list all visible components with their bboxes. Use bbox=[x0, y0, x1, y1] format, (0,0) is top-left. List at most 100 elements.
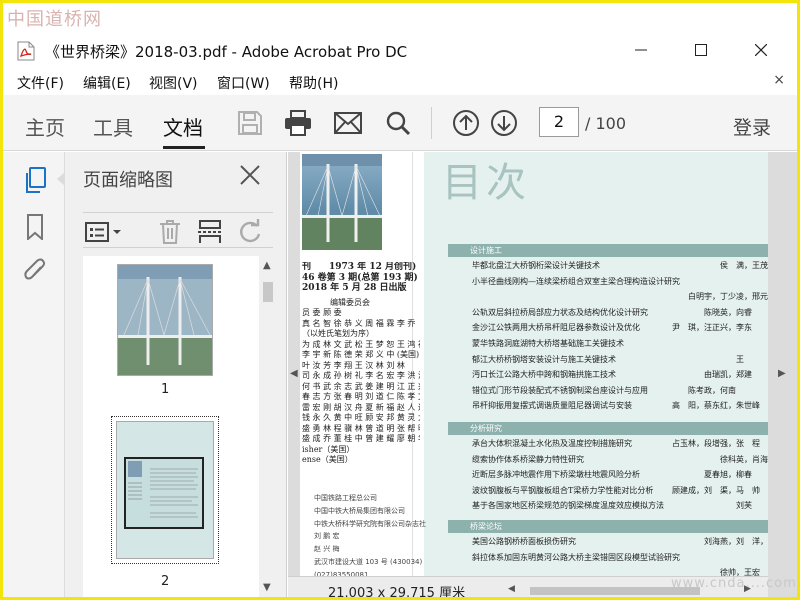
menu-view[interactable]: 视图(V) bbox=[149, 73, 198, 93]
publisher-line: 中国中铁大桥局集团有限公司 bbox=[314, 506, 405, 515]
toc-entry-authors: 陈考政，何南 bbox=[672, 385, 736, 395]
toc-entry[interactable]: 缆索协作体系桥梁静力特性研究 徐科英，肖海 bbox=[472, 452, 768, 468]
toc-entry-authors: 由瑞凯，郑建 bbox=[672, 370, 752, 380]
publisher-line: 刘 鹏 宏 bbox=[314, 532, 340, 541]
viewport-indicator[interactable] bbox=[124, 457, 204, 529]
mail-icon[interactable] bbox=[333, 109, 363, 137]
toc-entry-title: 毕都北盘江大桥钢桁梁设计关键技术 bbox=[472, 261, 600, 270]
toc-entry[interactable]: 错位式门形节段装配式不锈钢制梁台座设计与应用 陈考政，何南 bbox=[472, 383, 768, 399]
thumbnail-scrollbar[interactable]: ▲ ▼ bbox=[259, 256, 277, 597]
toc-entry-title: 承台大体积混凝土水化热及温度控制措施研究 bbox=[472, 439, 632, 448]
toc-entry[interactable]: 毕都北盘江大桥钢桁梁设计关键技术 侯 满，王茂强 bbox=[472, 258, 768, 274]
masthead-line: 员 委 顾 委 bbox=[302, 308, 342, 317]
page-size-label: 21.003 x 29.715 厘米 bbox=[328, 586, 466, 600]
toc-entry[interactable]: 小半径曲线刚构—连续梁桥组合双室主梁合理构造设计研究 bbox=[472, 274, 768, 290]
toc-entry[interactable]: 白明宇，丁少凌，邢元波 bbox=[472, 289, 768, 305]
toc-entry-title: 吊杆抑振用复摆式调谐质量阻尼器调试与安装 bbox=[472, 401, 632, 411]
scroll-up-icon[interactable]: ▲ bbox=[263, 260, 271, 271]
toc-entry[interactable]: 斜拉体系加固东明黄河公路大桥主梁错固区段模型试验研究 bbox=[472, 550, 768, 566]
toc-section-header: 桥梁论坛 bbox=[448, 520, 768, 533]
scroll-left-icon[interactable]: ◀ bbox=[508, 584, 515, 594]
toc-section-list: 毕都北盘江大桥钢桁梁设计关键技术 侯 满，王茂强 小半径曲线刚构—连续梁桥组合双室… bbox=[472, 258, 768, 414]
page-down-icon[interactable] bbox=[489, 109, 519, 137]
tab-home[interactable]: 主页 bbox=[25, 112, 65, 141]
tab-document[interactable]: 文档 bbox=[163, 112, 203, 141]
menu-edit[interactable]: 编辑(E) bbox=[83, 73, 131, 93]
document-page[interactable]: 目次 刊 1973 年 12 月创刊) 46 卷第 3 期(总第 193 期) 20… bbox=[300, 152, 768, 597]
crop-page-icon[interactable] bbox=[197, 219, 223, 245]
masthead-line: 刊 1973 年 12 月创刊) bbox=[302, 262, 417, 272]
toc-entry[interactable]: 波纹钢腹板与平钢腹板组合T梁桥力学性能对比分析 顾建成，刘 渠，马 帅 bbox=[472, 483, 768, 499]
toc-entry-authors: 刘海燕，刘 洋，陈开 bbox=[703, 537, 768, 546]
search-icon[interactable] bbox=[383, 109, 413, 137]
document-area[interactable]: ◀ 目次 刊 1973 年 12 月创刊) 46 卷第 3 期(总第 193 期)… bbox=[288, 152, 797, 600]
toc-entry-title: 公轨双层斜拉桥局部应力状态及结构优化设计研究 bbox=[472, 307, 648, 317]
toc-entry[interactable]: 蒙华铁路洞庭湖特大桥塔基础施工关键技术 bbox=[472, 336, 768, 352]
masthead-line: 真 名 智 徐 恭 义 周 福 霖 李 乔 bbox=[302, 318, 416, 328]
publisher-line: 中铁大桥科学研究院有限公司杂志社 bbox=[314, 519, 426, 528]
toc-entry-title: 美国公路钢桥桥面板损伤研究 bbox=[472, 537, 576, 546]
scrollbar-thumb[interactable] bbox=[263, 282, 273, 302]
toc-entry-authors: 徐科英，肖海 bbox=[672, 454, 768, 464]
toc-entry-authors: 陈晓英，向睿 bbox=[672, 307, 752, 317]
tab-tools[interactable]: 工具 bbox=[93, 112, 133, 141]
thumbnail-options-icon[interactable] bbox=[85, 219, 123, 245]
menu-bar: 文件(F) 编辑(E) 视图(V) 窗口(W) 帮助(H) × bbox=[3, 69, 797, 95]
thumbnail-list[interactable]: 1 2 bbox=[83, 256, 259, 597]
masthead-line: ense（美国） bbox=[302, 455, 353, 464]
panel-toolbar bbox=[83, 212, 273, 248]
bookmark-icon[interactable] bbox=[21, 212, 49, 242]
minimize-button[interactable] bbox=[619, 37, 663, 63]
page-thumbnail-2[interactable] bbox=[111, 416, 219, 564]
toc-heading: 目次 bbox=[442, 160, 530, 206]
scroll-down-icon[interactable]: ▼ bbox=[263, 582, 271, 593]
save-icon[interactable] bbox=[235, 109, 265, 137]
menu-file[interactable]: 文件(F) bbox=[17, 73, 64, 93]
close-panel-icon[interactable] bbox=[239, 164, 263, 188]
rotate-icon[interactable] bbox=[237, 219, 263, 245]
page-thumbnail-1[interactable] bbox=[117, 264, 213, 376]
toc-entry-authors: 夏春旭，柳春 bbox=[672, 470, 752, 480]
print-icon[interactable] bbox=[283, 109, 313, 137]
toc-entry[interactable]: 美国公路钢桥桥面板损伤研究 刘海燕，刘 洋，陈开 bbox=[472, 534, 768, 550]
document-scrollbar[interactable]: ▲ bbox=[766, 164, 768, 584]
delete-page-icon[interactable] bbox=[157, 219, 183, 245]
toc-entry[interactable]: 近断层多脉冲地震作用下桥梁墩柱地震风险分析 夏春旭，柳春 bbox=[472, 467, 768, 483]
masthead-line: 雷 宏 刚 胡 汉 舟 夏 新 福 赵 人 达 bbox=[302, 402, 420, 412]
masthead-line: （以姓氏笔划为序） bbox=[302, 329, 374, 338]
toc-section-header: 分析研究 bbox=[448, 422, 768, 435]
collapse-left-icon[interactable]: ◀ bbox=[290, 368, 298, 379]
publisher-line: 赵 兴 梅 bbox=[314, 545, 340, 554]
toolbar-separator bbox=[431, 107, 432, 139]
maximize-button[interactable] bbox=[679, 37, 723, 63]
menu-help[interactable]: 帮助(H) bbox=[289, 73, 338, 93]
toc-entry[interactable]: 基于各国家地区桥梁规范的钢梁梯度温度效应模拟方法 刘芙 bbox=[472, 498, 768, 514]
toc-entry[interactable]: 承台大体积混凝土水化热及温度控制措施研究 占玉林，段增强，张 程 bbox=[472, 436, 768, 452]
toc-section-list: 美国公路钢桥桥面板损伤研究 刘海燕，刘 洋，陈开斜拉体系加固东明黄河公路大桥主梁… bbox=[472, 534, 768, 581]
menu-window[interactable]: 窗口(W) bbox=[217, 73, 270, 93]
watermark-top: 中国道桥网 bbox=[7, 9, 102, 30]
close-window-button[interactable] bbox=[739, 37, 783, 63]
page-thumbnails-icon[interactable] bbox=[21, 166, 49, 196]
left-rail bbox=[3, 152, 65, 597]
close-document-icon[interactable]: × bbox=[773, 72, 785, 88]
collapse-right-icon[interactable]: ▶ bbox=[778, 368, 786, 379]
toc-entry[interactable]: 金沙江公铁两用大桥吊杆阻尼器参数设计及优化 尹 琪，汪正兴，李东 bbox=[472, 320, 768, 336]
attachment-icon[interactable] bbox=[21, 256, 49, 286]
thumbnail-label: 2 bbox=[161, 574, 170, 589]
toc-entry[interactable]: 公轨双层斜拉桥局部应力状态及结构优化设计研究 陈晓英，向睿 bbox=[472, 305, 768, 321]
thumbnail-panel: 页面缩略图 1 2 ▲ ▼ bbox=[65, 152, 287, 597]
masthead-line: 盛 成 乔 董 桂 中 曾 建 耀 廖 朝 华 bbox=[302, 434, 420, 443]
login-button[interactable]: 登录 bbox=[733, 113, 771, 140]
toc-entry[interactable]: 郁江大桥桥钢塔安装设计与施工关键技术 王 bbox=[472, 352, 768, 368]
toc-entry[interactable]: 沔口长江公路大桥中跨和钢箱拱施工技术 由瑞凯，郑建 bbox=[472, 367, 768, 383]
thumbnail-label: 1 bbox=[161, 382, 170, 397]
window-frame: 中国道桥网 《世界桥梁》2018-03.pdf - Adobe Acrobat … bbox=[0, 0, 800, 600]
toc-entry[interactable]: 吊杆抑振用复摆式调谐质量阻尼器调试与安装 高 阳，蔡东红，朱世峰 bbox=[472, 398, 768, 414]
toolbar: 主页 工具 文档 bbox=[3, 95, 797, 151]
masthead-line: 叶 汝 芳 李 翔 王 汉 林 刘 林 bbox=[302, 360, 405, 370]
page-up-icon[interactable] bbox=[451, 109, 481, 137]
masthead-line: 钱 永 久 黄 中 旺 顾 安 邦 黄 灵 大 bbox=[302, 413, 420, 422]
toc-entry-authors: 白明宇，丁少凌，邢元波 bbox=[672, 292, 768, 302]
page-number-input[interactable]: 2 bbox=[539, 107, 579, 137]
